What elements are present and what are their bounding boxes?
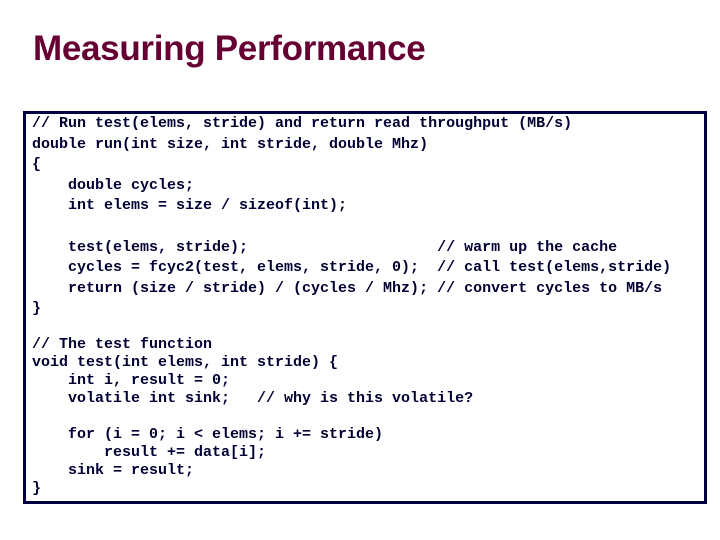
- code-line: int i, result = 0;: [32, 372, 231, 389]
- code-line: double run(int size, int stride, double …: [32, 135, 429, 153]
- code-box: // Run test(elems, stride) and return re…: [23, 111, 707, 504]
- code-block-test-function: // The test function void test(int elems,…: [32, 336, 473, 498]
- code-line: double cycles;: [32, 176, 195, 194]
- code-line: }: [32, 300, 42, 318]
- code-line: result += data[i];: [32, 444, 267, 461]
- code-line: {: [32, 156, 42, 174]
- code-line: }: [32, 480, 42, 497]
- code-line: sink = result;: [32, 462, 195, 479]
- code-line: for (i = 0; i < elems; i += stride): [32, 426, 384, 443]
- code-line: volatile int sink; // why is this volati…: [32, 390, 474, 407]
- code-line: int elems = size / sizeof(int);: [32, 197, 348, 215]
- code-line: void test(int elems, int stride) {: [32, 354, 339, 371]
- code-line: test(elems, stride); // warm up the cach…: [32, 238, 618, 256]
- code-line: cycles = fcyc2(test, elems, stride, 0); …: [32, 259, 672, 277]
- code-line: // Run test(elems, stride) and return re…: [32, 115, 573, 132]
- code-block-run-function: // Run test(elems, stride) and return re…: [32, 114, 671, 320]
- code-line: return (size / stride) / (cycles / Mhz);…: [32, 279, 663, 297]
- slide-title: Measuring Performance: [33, 29, 426, 68]
- code-line: // The test function: [32, 336, 213, 353]
